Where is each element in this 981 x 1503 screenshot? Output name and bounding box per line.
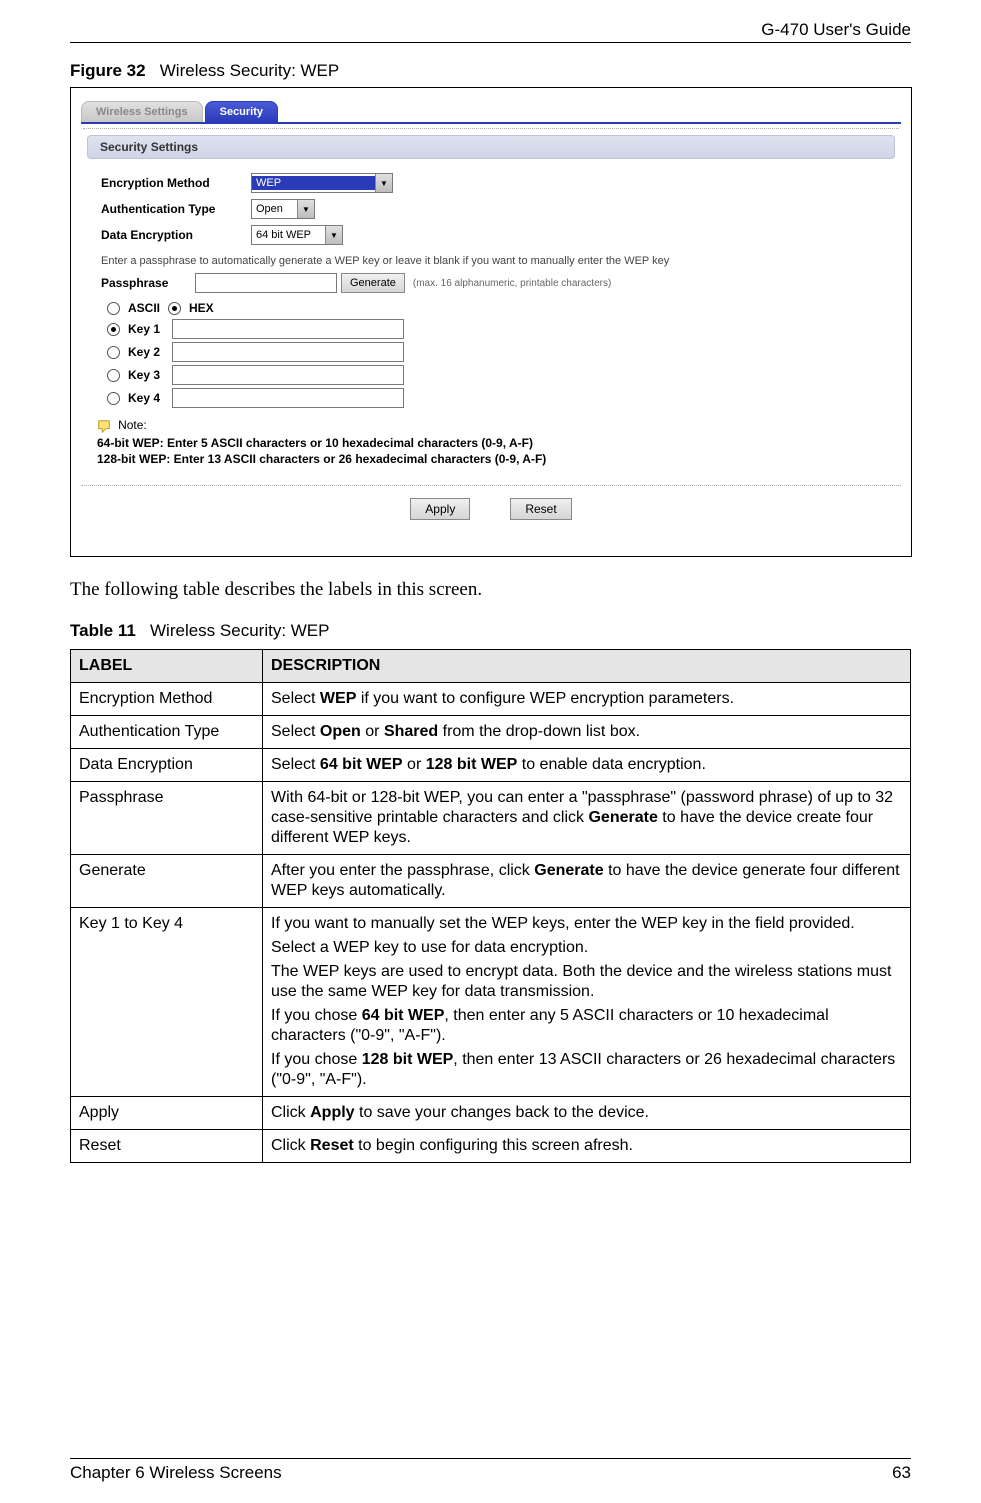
label-key1: Key 1 bbox=[128, 322, 172, 336]
note-title: Note: bbox=[118, 418, 147, 432]
table-row: Data Encryption Select 64 bit WEP or 128… bbox=[71, 749, 911, 782]
label-encryption-method: Encryption Method bbox=[101, 176, 251, 190]
chevron-down-icon: ▼ bbox=[375, 174, 392, 192]
radio-key2[interactable] bbox=[107, 346, 120, 359]
chevron-down-icon: ▼ bbox=[297, 200, 314, 218]
label-ascii: ASCII bbox=[128, 301, 160, 315]
passphrase-hint: Enter a passphrase to automatically gene… bbox=[101, 255, 881, 267]
page-header: G-470 User's Guide bbox=[70, 20, 911, 43]
label-passphrase: Passphrase bbox=[101, 276, 191, 290]
radio-key3[interactable] bbox=[107, 369, 120, 382]
radio-hex[interactable] bbox=[168, 302, 181, 315]
note-line-2: 128-bit WEP: Enter 13 ASCII characters o… bbox=[97, 451, 881, 467]
description-table: LABEL DESCRIPTION Encryption Method Sele… bbox=[70, 649, 911, 1163]
guide-title: G-470 User's Guide bbox=[761, 20, 911, 39]
input-key3[interactable] bbox=[172, 365, 404, 385]
select-encryption-method[interactable]: WEP ▼ bbox=[251, 173, 393, 193]
table-row: Authentication Type Select Open or Share… bbox=[71, 716, 911, 749]
label-hex: HEX bbox=[189, 301, 214, 315]
apply-button[interactable]: Apply bbox=[410, 498, 470, 520]
screenshot-panel: Wireless Settings Security Security Sett… bbox=[70, 87, 912, 557]
figure-title: Wireless Security: WEP bbox=[160, 61, 339, 80]
generate-button[interactable]: Generate bbox=[341, 273, 405, 293]
section-title: Security Settings bbox=[87, 135, 895, 159]
figure-caption: Figure 32 Wireless Security: WEP bbox=[70, 61, 911, 81]
tab-security[interactable]: Security bbox=[205, 101, 278, 122]
footer-page-number: 63 bbox=[892, 1463, 911, 1483]
passphrase-maxchars: (max. 16 alphanumeric, printable charact… bbox=[413, 278, 611, 289]
label-key2: Key 2 bbox=[128, 345, 172, 359]
table-row: Reset Click Reset to begin configuring t… bbox=[71, 1130, 911, 1163]
input-passphrase[interactable] bbox=[195, 273, 337, 293]
chevron-down-icon: ▼ bbox=[325, 226, 342, 244]
table-title: Wireless Security: WEP bbox=[150, 621, 329, 640]
label-data-encryption: Data Encryption bbox=[101, 228, 251, 242]
table-head-desc: DESCRIPTION bbox=[263, 650, 911, 683]
note-icon bbox=[97, 419, 111, 433]
label-key4: Key 4 bbox=[128, 391, 172, 405]
table-row: Generate After you enter the passphrase,… bbox=[71, 855, 911, 908]
input-key4[interactable] bbox=[172, 388, 404, 408]
label-auth-type: Authentication Type bbox=[101, 202, 251, 216]
figure-label: Figure 32 bbox=[70, 61, 146, 80]
table-row: Key 1 to Key 4 If you want to manually s… bbox=[71, 908, 911, 1097]
tab-wireless-settings[interactable]: Wireless Settings bbox=[81, 101, 203, 122]
table-row: Apply Click Apply to save your changes b… bbox=[71, 1097, 911, 1130]
input-key1[interactable] bbox=[172, 319, 404, 339]
label-key3: Key 3 bbox=[128, 368, 172, 382]
table-head-label: LABEL bbox=[71, 650, 263, 683]
input-key2[interactable] bbox=[172, 342, 404, 362]
radio-key4[interactable] bbox=[107, 392, 120, 405]
radio-ascii[interactable] bbox=[107, 302, 120, 315]
reset-button[interactable]: Reset bbox=[510, 498, 571, 520]
body-paragraph: The following table describes the labels… bbox=[70, 579, 911, 601]
radio-key1[interactable] bbox=[107, 323, 120, 336]
select-data-encryption[interactable]: 64 bit WEP ▼ bbox=[251, 225, 343, 245]
table-row: Passphrase With 64-bit or 128-bit WEP, y… bbox=[71, 782, 911, 855]
footer-chapter: Chapter 6 Wireless Screens bbox=[70, 1463, 282, 1483]
table-label: Table 11 bbox=[70, 621, 136, 640]
page-footer: Chapter 6 Wireless Screens 63 bbox=[70, 1458, 911, 1483]
note-line-1: 64-bit WEP: Enter 5 ASCII characters or … bbox=[97, 435, 881, 451]
table-row: Encryption Method Select WEP if you want… bbox=[71, 683, 911, 716]
table-caption: Table 11 Wireless Security: WEP bbox=[70, 621, 911, 641]
select-auth-type[interactable]: Open ▼ bbox=[251, 199, 315, 219]
